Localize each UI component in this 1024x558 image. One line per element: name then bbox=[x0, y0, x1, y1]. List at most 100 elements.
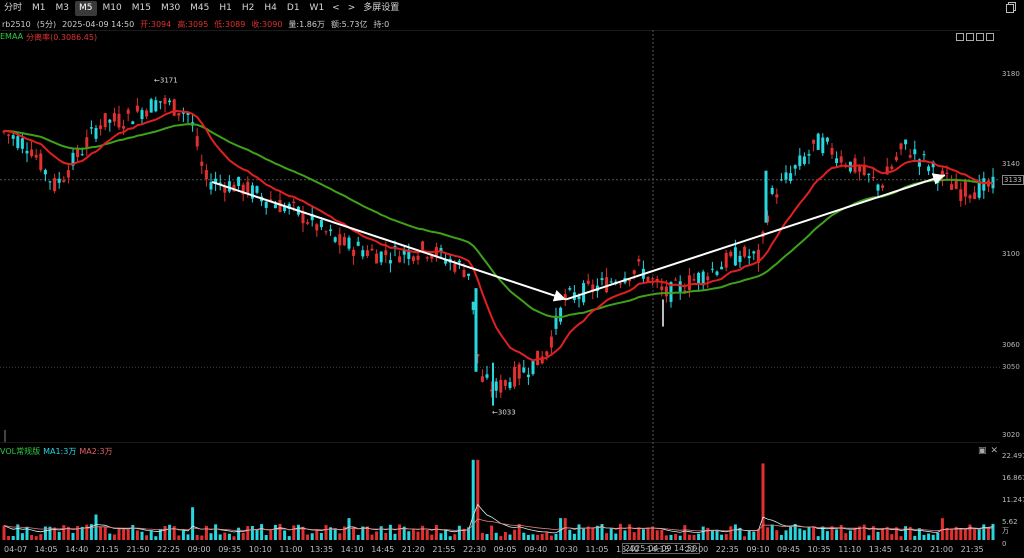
candle bbox=[798, 148, 802, 170]
candle bbox=[756, 243, 760, 272]
volume-bar bbox=[669, 534, 673, 540]
candle bbox=[131, 120, 135, 125]
tab-m5[interactable]: M5 bbox=[75, 1, 97, 16]
candle bbox=[508, 377, 512, 391]
trend-arrow-down bbox=[211, 181, 567, 302]
tab-m45[interactable]: M45 bbox=[186, 1, 213, 16]
volume-bar bbox=[310, 533, 314, 540]
tab-m1[interactable]: M1 bbox=[28, 1, 50, 16]
tab-m3[interactable]: M3 bbox=[52, 1, 74, 16]
candle bbox=[467, 273, 471, 281]
time-tick: 14:05 bbox=[34, 545, 58, 554]
volume-bar bbox=[227, 533, 231, 540]
prev-arrow-icon[interactable]: < bbox=[328, 1, 344, 16]
candle bbox=[968, 194, 972, 204]
volume-bar bbox=[835, 529, 839, 540]
price-tick: 3020 bbox=[1002, 431, 1020, 439]
candle bbox=[255, 185, 259, 195]
next-arrow-icon[interactable]: > bbox=[344, 1, 360, 16]
volume-bar bbox=[379, 526, 383, 540]
volume-bar bbox=[531, 534, 535, 540]
volume-ma2-line bbox=[3, 518, 994, 532]
price-tick: 3180 bbox=[1002, 69, 1020, 78]
candle bbox=[448, 254, 452, 271]
volume-bar bbox=[715, 529, 719, 540]
multi-screen-settings-button[interactable]: 多屏设置 bbox=[359, 1, 403, 16]
volume-bar bbox=[71, 533, 75, 540]
volume-chart-type-icon[interactable]: ▣ bbox=[978, 446, 987, 456]
price-chart[interactable]: ←3171 ←3033 bbox=[0, 30, 1000, 442]
tab-h4[interactable]: H4 bbox=[260, 1, 281, 16]
candle bbox=[894, 151, 898, 162]
volume-bar bbox=[991, 523, 995, 540]
volume-bar bbox=[628, 524, 632, 540]
tab-m10[interactable]: M10 bbox=[99, 1, 126, 16]
candle bbox=[204, 164, 208, 187]
volume-bar bbox=[605, 533, 609, 540]
volume-tick: 0 bbox=[1002, 540, 1007, 548]
tab-h1[interactable]: H1 bbox=[215, 1, 236, 16]
volume-bar bbox=[936, 532, 940, 540]
edit-icon[interactable] bbox=[976, 33, 984, 41]
candle bbox=[379, 250, 383, 266]
volume-bar bbox=[434, 524, 438, 540]
volume-tick: 5.62万 bbox=[1002, 518, 1018, 535]
volume-bar bbox=[517, 523, 521, 540]
tab-m30[interactable]: M30 bbox=[157, 1, 184, 16]
copy-icon[interactable] bbox=[1006, 2, 1016, 13]
volume-chart[interactable] bbox=[0, 442, 1000, 542]
candle bbox=[715, 270, 719, 277]
symbol: rb2510 bbox=[2, 19, 31, 29]
volume-bar bbox=[246, 526, 250, 540]
volume-bar bbox=[963, 529, 967, 540]
chart-type-icon[interactable] bbox=[956, 33, 964, 41]
volume-bar bbox=[784, 530, 788, 540]
volume-bar bbox=[34, 536, 38, 540]
volume-bar bbox=[687, 534, 691, 540]
volume-bar bbox=[315, 529, 319, 540]
volume-bar bbox=[480, 532, 484, 540]
volume-bar bbox=[747, 530, 751, 540]
indicator-name[interactable]: EMAA bbox=[0, 32, 23, 43]
volume-ma2: MA2:3万 bbox=[79, 447, 113, 456]
volume-bar bbox=[407, 531, 411, 540]
time-tick: 21:20 bbox=[401, 545, 425, 554]
volume-bar bbox=[959, 528, 963, 540]
volume-indicator-name[interactable]: VOL常规版 bbox=[0, 446, 40, 457]
grid-icon[interactable] bbox=[986, 33, 994, 41]
volume-bar bbox=[135, 530, 139, 540]
volume-bar bbox=[476, 459, 480, 540]
candle bbox=[641, 260, 645, 284]
volume-bar bbox=[296, 524, 300, 540]
volume-bar bbox=[683, 525, 687, 540]
candle bbox=[954, 173, 958, 190]
tab-w1[interactable]: W1 bbox=[306, 1, 329, 16]
tab-分时[interactable]: 分时 bbox=[0, 1, 26, 16]
volume-bar bbox=[356, 534, 360, 540]
time-tick: 14:40 bbox=[65, 545, 89, 554]
candle bbox=[904, 139, 908, 150]
price-tick: 3100 bbox=[1002, 250, 1020, 259]
tab-m15[interactable]: M15 bbox=[128, 1, 155, 16]
candle bbox=[250, 182, 254, 203]
candle bbox=[94, 125, 98, 143]
tab-d1[interactable]: D1 bbox=[283, 1, 304, 16]
time-tick: 10:35 bbox=[807, 545, 831, 554]
candle bbox=[775, 188, 779, 204]
indicator-legend: EMAA 分离率(0.3086.45) bbox=[0, 32, 97, 43]
candle bbox=[283, 202, 287, 214]
volume-bar bbox=[122, 529, 126, 540]
volume-bar bbox=[508, 534, 512, 540]
candle bbox=[278, 192, 282, 213]
price-tick: 3060 bbox=[1002, 340, 1020, 349]
volume-bar bbox=[660, 529, 664, 540]
tab-h2[interactable]: H2 bbox=[238, 1, 259, 16]
candle bbox=[674, 277, 678, 281]
chart-tools bbox=[956, 33, 994, 41]
volume-bar bbox=[623, 530, 627, 540]
close-icon[interactable]: ✕ bbox=[991, 446, 999, 456]
volume-bar bbox=[513, 529, 517, 540]
volume-bar bbox=[637, 527, 641, 540]
layout-icon[interactable] bbox=[966, 33, 974, 41]
volume-bar bbox=[931, 534, 935, 540]
